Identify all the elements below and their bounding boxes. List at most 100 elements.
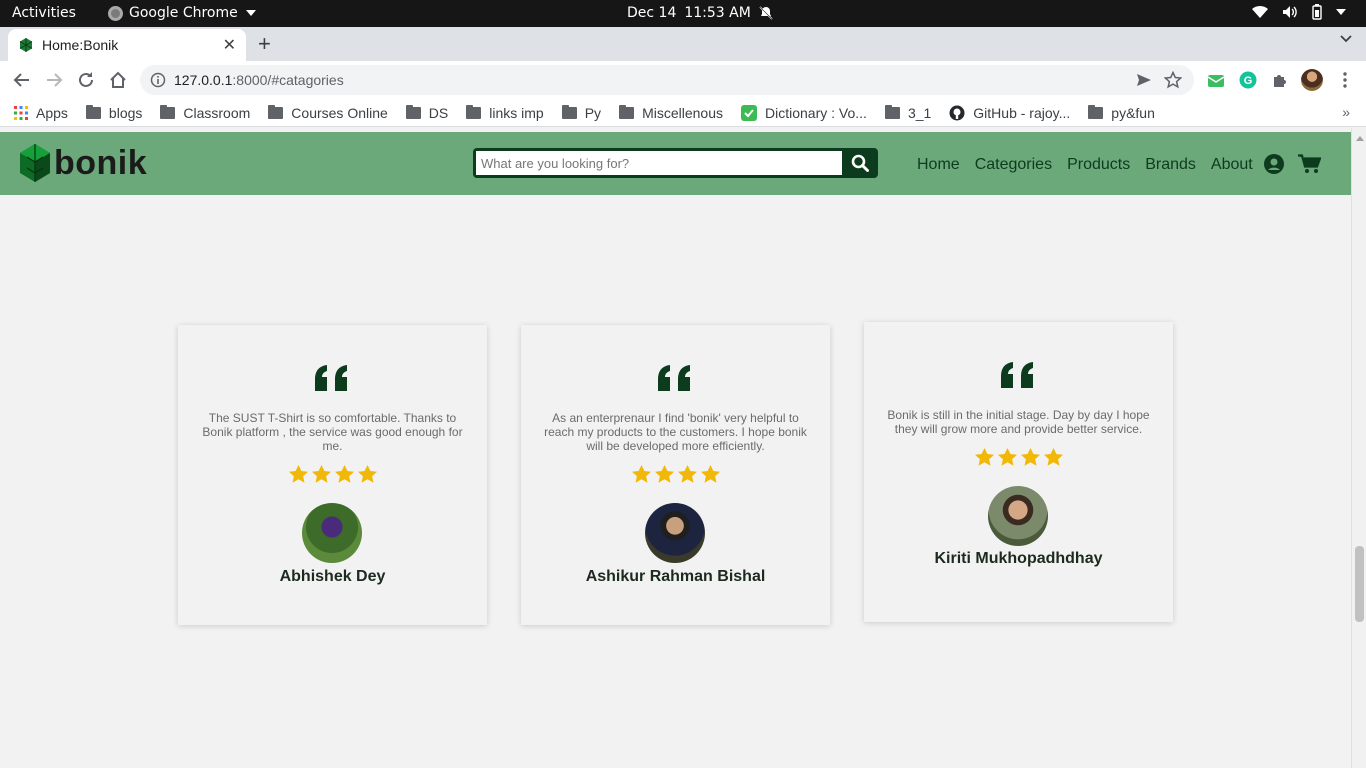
bookmark-item[interactable]: Dictionary : Vo... <box>741 104 867 121</box>
clock[interactable]: Dec 14 11:53 AM <box>627 5 773 21</box>
avatar <box>645 503 705 563</box>
bookmark-item[interactable]: Apps <box>14 105 68 121</box>
site-navbar: bonik Home Categories Products Brands Ab… <box>0 132 1351 195</box>
site-logo[interactable]: bonik <box>18 142 147 184</box>
star-icon <box>997 448 1017 466</box>
tab-title: Home:Bonik <box>42 37 119 53</box>
bookmark-item[interactable]: py&fun <box>1088 104 1155 121</box>
bookmark-item[interactable]: Classroom <box>160 104 250 121</box>
bookmark-item[interactable]: Py <box>561 104 602 121</box>
clock-date: Dec 14 <box>627 5 677 21</box>
user-circle-icon[interactable] <box>1264 154 1284 174</box>
testimonial-text: As an enterprenaur I find 'bonik' very h… <box>544 411 807 453</box>
menu-categories[interactable]: Categories <box>975 156 1052 174</box>
browser-tab[interactable]: Home:Bonik ✕ <box>8 29 246 61</box>
testimonial-text: Bonik is still in the initial stage. Day… <box>887 408 1150 436</box>
bookmark-item[interactable]: blogs <box>85 104 142 121</box>
caret-down-icon <box>245 10 256 16</box>
menu-about[interactable]: About <box>1211 156 1253 174</box>
tab-close-icon[interactable]: ✕ <box>223 35 236 55</box>
app-menu[interactable]: Google Chrome <box>108 5 256 21</box>
star-icon <box>654 465 674 483</box>
system-tray[interactable] <box>1252 4 1346 20</box>
quote-icon <box>178 365 487 397</box>
folder-icon <box>1088 104 1104 119</box>
notifications-off-icon <box>759 6 773 20</box>
clock-time: 11:53 AM <box>684 5 751 21</box>
github-icon <box>949 105 965 120</box>
star-icon <box>631 465 651 483</box>
os-top-bar: Activities Google Chrome Dec 14 11:53 AM <box>0 0 1366 27</box>
forward-arrow-icon[interactable] <box>44 70 64 90</box>
bookmark-label: Py <box>584 104 602 121</box>
check-icon <box>741 104 757 121</box>
reload-icon[interactable] <box>76 70 96 90</box>
site-info-icon[interactable] <box>150 72 166 88</box>
home-icon[interactable] <box>108 70 128 90</box>
url-host: 127.0.0.1 <box>174 72 233 88</box>
star-icon <box>334 465 354 483</box>
browser-toolbar: 127.0.0.1:8000/#catagories G <box>0 61 1366 99</box>
testimonial-card: The SUST T-Shirt is so comfortable. Than… <box>178 325 487 625</box>
menu-products[interactable]: Products <box>1067 156 1130 174</box>
back-arrow-icon[interactable] <box>12 70 32 90</box>
search-input[interactable] <box>476 151 842 175</box>
address-bar[interactable]: 127.0.0.1:8000/#catagories <box>140 65 1194 95</box>
folder-icon <box>884 104 900 119</box>
activities-button[interactable]: Activities <box>12 5 76 21</box>
tab-strip: Home:Bonik ✕ + <box>0 27 1366 61</box>
apps-grid-icon <box>14 105 28 120</box>
bookmarks-overflow-icon[interactable]: » <box>1342 104 1350 120</box>
site-menu: Home Categories Products Brands About <box>917 156 1253 174</box>
battery-icon <box>1312 4 1322 20</box>
url-path: :8000/#catagories <box>232 72 344 88</box>
new-tab-button[interactable]: + <box>258 31 271 57</box>
extension-mail-icon[interactable] <box>1207 71 1225 89</box>
bookmark-label: Apps <box>36 104 68 121</box>
bookmarks-bar: Apps blogs Classroom Courses Online DS l… <box>0 99 1366 127</box>
bookmark-label: Courses Online <box>291 104 388 121</box>
tab-search-chevron-icon[interactable] <box>1340 35 1352 43</box>
bookmark-item[interactable]: Courses Online <box>268 104 388 121</box>
scrollbar-thumb[interactable] <box>1355 546 1364 622</box>
bookmark-label: Dictionary : Vo... <box>765 104 867 121</box>
cart-icon[interactable] <box>1298 154 1321 174</box>
folder-icon <box>466 104 482 119</box>
svg-text:G: G <box>1244 75 1253 87</box>
search-button[interactable] <box>842 148 878 178</box>
scroll-up-arrow-icon[interactable] <box>1356 136 1364 141</box>
extensions-puzzle-icon[interactable] <box>1271 71 1289 89</box>
quote-icon <box>521 365 830 397</box>
bookmark-label: 3_1 <box>907 104 932 121</box>
chrome-menu-icon[interactable] <box>1336 71 1354 89</box>
reviewer-name: Kiriti Mukhopadhdhay <box>934 550 1103 567</box>
quote-icon <box>864 362 1173 394</box>
star-icon <box>974 448 994 466</box>
url-text: 127.0.0.1:8000/#catagories <box>174 72 344 88</box>
bookmark-item[interactable]: Miscellenous <box>619 104 723 121</box>
rating-stars <box>178 465 487 483</box>
page-scrollbar[interactable] <box>1351 128 1366 768</box>
app-name: Google Chrome <box>129 5 238 21</box>
bookmark-item[interactable]: GitHub - rajoy... <box>949 105 1070 121</box>
bonik-logo-icon <box>20 144 50 182</box>
menu-home[interactable]: Home <box>917 156 960 174</box>
rating-stars <box>864 448 1173 466</box>
bookmark-star-icon[interactable] <box>1164 71 1182 89</box>
folder-icon <box>268 104 284 119</box>
bookmark-item[interactable]: DS <box>405 104 449 121</box>
bookmark-item[interactable]: 3_1 <box>884 104 932 121</box>
page-viewport: bonik Home Categories Products Brands Ab… <box>0 128 1351 768</box>
profile-avatar[interactable] <box>1301 69 1323 91</box>
star-icon <box>288 465 308 483</box>
grammarly-icon[interactable]: G <box>1239 71 1257 89</box>
bookmark-label: GitHub - rajoy... <box>973 104 1071 121</box>
bookmark-item[interactable]: links imp <box>466 104 544 121</box>
volume-icon <box>1283 6 1297 18</box>
send-to-devices-icon[interactable] <box>1136 72 1152 88</box>
wifi-icon <box>1252 5 1268 19</box>
menu-brands[interactable]: Brands <box>1145 156 1196 174</box>
system-menu-caret-icon <box>1336 9 1346 15</box>
bookmark-label: DS <box>428 104 449 121</box>
search-icon <box>851 154 869 172</box>
